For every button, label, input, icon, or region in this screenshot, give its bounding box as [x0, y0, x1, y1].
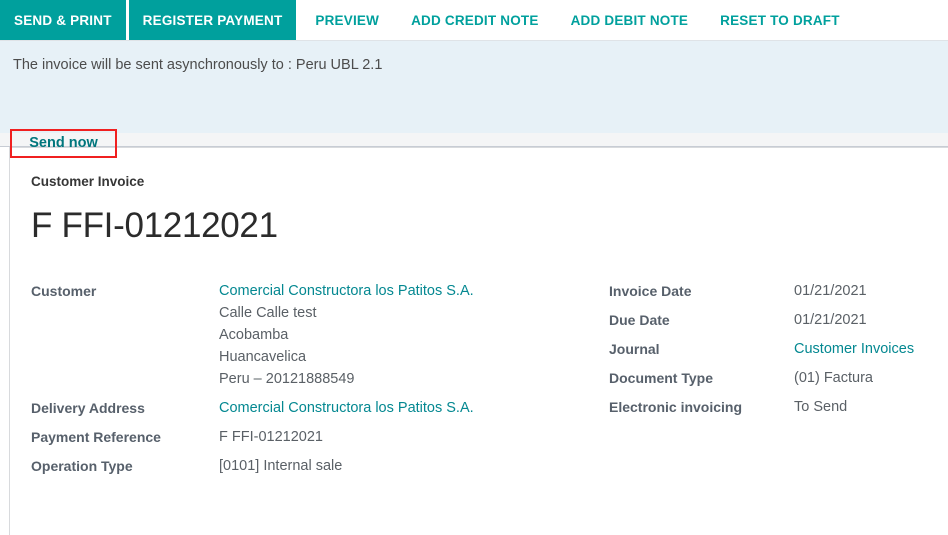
field-electronic-invoicing: Electronic invoicing To Send — [609, 396, 948, 418]
journal-link[interactable]: Customer Invoices — [794, 338, 914, 360]
field-delivery-address: Delivery Address Comercial Constructora … — [31, 397, 609, 419]
field-value-customer: Comercial Constructora los Patitos S.A. … — [219, 280, 474, 390]
invoice-form-sheet: Customer Invoice F FFI-01212021 Customer… — [9, 147, 948, 535]
field-label-invoice-date: Invoice Date — [609, 283, 692, 299]
sheet-area: Customer Invoice F FFI-01212021 Customer… — [0, 147, 948, 535]
customer-city: Acobamba — [219, 327, 289, 343]
content-gap-strip — [0, 133, 948, 147]
field-operation-type: Operation Type [0101] Internal sale — [31, 455, 609, 477]
field-label-journal: Journal — [609, 341, 660, 357]
field-payment-reference: Payment Reference F FFI-01212021 — [31, 426, 609, 448]
page-title: F FFI-01212021 — [31, 206, 278, 245]
send-now-highlight-box: Send now — [10, 129, 117, 158]
preview-button[interactable]: PREVIEW — [299, 0, 395, 40]
field-label-customer: Customer — [31, 283, 97, 299]
field-invoice-date: Invoice Date 01/21/2021 — [609, 280, 948, 302]
right-field-column: Invoice Date 01/21/2021 Due Date 01/21/2… — [609, 280, 948, 425]
operation-type-value[interactable]: [0101] Internal sale — [219, 455, 342, 477]
delivery-address-link[interactable]: Comercial Constructora los Patitos S.A. — [219, 397, 474, 419]
field-journal: Journal Customer Invoices — [609, 338, 948, 360]
customer-state: Huancavelica — [219, 349, 307, 365]
payment-reference-value[interactable]: F FFI-01212021 — [219, 426, 323, 448]
invoice-fields: Customer Comercial Constructora los Pati… — [31, 280, 948, 484]
document-type-heading: Customer Invoice — [31, 174, 145, 189]
field-document-type: Document Type (01) Factura — [609, 367, 948, 389]
add-credit-note-button[interactable]: ADD CREDIT NOTE — [395, 0, 555, 40]
async-send-banner: The invoice will be sent asynchronously … — [0, 41, 948, 158]
due-date-value[interactable]: 01/21/2021 — [794, 309, 867, 331]
electronic-invoicing-value: To Send — [794, 399, 848, 415]
field-due-date: Due Date 01/21/2021 — [609, 309, 948, 331]
status-action-toolbar: SEND & PRINT REGISTER PAYMENT PREVIEW AD… — [0, 0, 948, 41]
field-label-electronic-invoicing: Electronic invoicing — [609, 399, 743, 415]
reset-to-draft-button[interactable]: RESET TO DRAFT — [704, 0, 856, 40]
customer-name-link[interactable]: Comercial Constructora los Patitos S.A. — [219, 280, 474, 302]
left-field-column: Customer Comercial Constructora los Pati… — [31, 280, 609, 484]
customer-country-vat: Peru – 20121888549 — [219, 371, 355, 387]
send-and-print-button[interactable]: SEND & PRINT — [0, 0, 126, 40]
field-label-document-type: Document Type — [609, 370, 713, 386]
field-customer: Customer Comercial Constructora los Pati… — [31, 280, 609, 390]
field-label-due-date: Due Date — [609, 312, 670, 328]
invoice-date-value[interactable]: 01/21/2021 — [794, 280, 867, 302]
register-payment-button[interactable]: REGISTER PAYMENT — [128, 0, 297, 40]
field-label-operation-type: Operation Type — [31, 458, 133, 474]
banner-message: The invoice will be sent asynchronously … — [13, 57, 383, 73]
field-label-payment-reference: Payment Reference — [31, 429, 161, 445]
field-label-delivery-address: Delivery Address — [31, 400, 145, 416]
send-now-button[interactable]: Send now — [29, 136, 97, 151]
customer-street: Calle Calle test — [219, 305, 317, 321]
document-type-value[interactable]: (01) Factura — [794, 367, 873, 389]
add-debit-note-button[interactable]: ADD DEBIT NOTE — [555, 0, 705, 40]
